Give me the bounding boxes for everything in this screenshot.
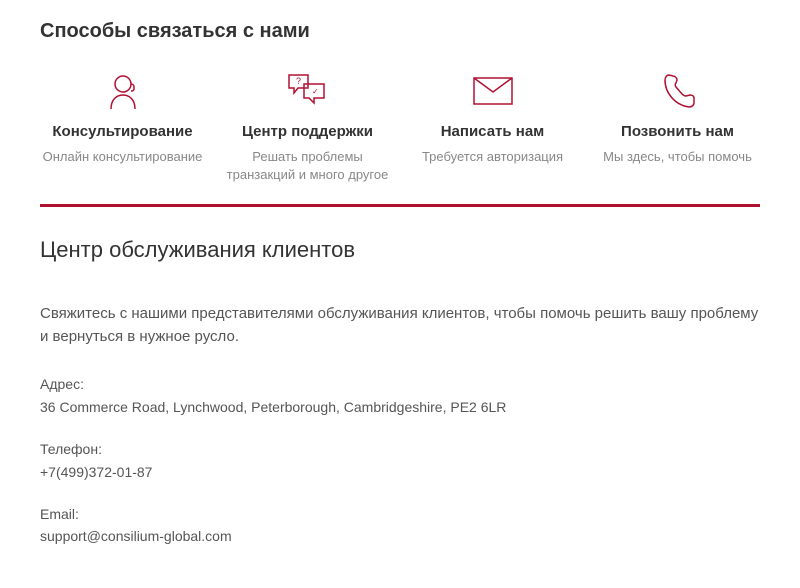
section-title: Центр обслуживания клиентов — [40, 237, 760, 263]
contact-options-row: Консультирование Онлайн консультирование… — [40, 68, 760, 184]
email-label: Email: — [40, 503, 760, 525]
option-subtitle: Решать проблемы транзакций и много друго… — [225, 148, 390, 184]
email-block: Email: support@consilium-global.com — [40, 503, 760, 548]
option-title: Позвонить нам — [621, 123, 734, 140]
option-support[interactable]: ? ✓ Центр поддержки Решать проблемы тран… — [225, 68, 390, 184]
section-description: Свяжитесь с нашими представителями обслу… — [40, 303, 760, 348]
main-title: Способы связаться с нами — [40, 20, 760, 43]
chat-bubbles-icon: ? ✓ — [286, 68, 330, 113]
svg-text:✓: ✓ — [312, 87, 319, 96]
option-subtitle: Требуется авторизация — [422, 148, 563, 166]
phone-icon — [659, 68, 697, 113]
svg-text:?: ? — [296, 76, 301, 86]
phone-block: Телефон: +7(499)372-01-87 — [40, 438, 760, 483]
option-subtitle: Онлайн консультирование — [43, 148, 203, 166]
address-label: Адрес: — [40, 373, 760, 395]
option-title: Консультирование — [52, 123, 192, 140]
option-consulting[interactable]: Консультирование Онлайн консультирование — [40, 68, 205, 184]
phone-label: Телефон: — [40, 438, 760, 460]
option-title: Центр поддержки — [242, 123, 373, 140]
address-value: 36 Commerce Road, Lynchwood, Peterboroug… — [40, 396, 760, 418]
option-call[interactable]: Позвонить нам Мы здесь, чтобы помочь — [595, 68, 760, 184]
option-email[interactable]: Написать нам Требуется авторизация — [410, 68, 575, 184]
option-subtitle: Мы здесь, чтобы помочь — [603, 148, 752, 166]
section-divider — [40, 204, 760, 207]
phone-value: +7(499)372-01-87 — [40, 461, 760, 483]
email-value: support@consilium-global.com — [40, 525, 760, 547]
envelope-icon — [471, 68, 515, 113]
person-headset-icon — [104, 68, 142, 113]
option-title: Написать нам — [441, 123, 545, 140]
address-block: Адрес: 36 Commerce Road, Lynchwood, Pete… — [40, 373, 760, 418]
